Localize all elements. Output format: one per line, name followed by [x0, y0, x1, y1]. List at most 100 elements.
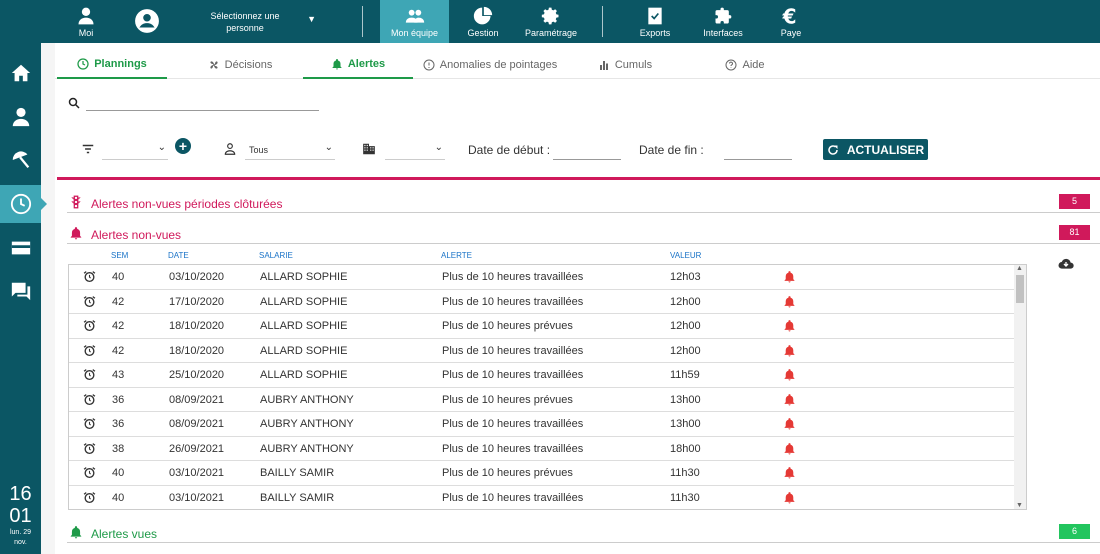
- column-header-salarie[interactable]: SALARIE: [259, 251, 293, 260]
- account-circle-icon[interactable]: [132, 0, 162, 43]
- cell-date: 08/09/2021: [169, 393, 225, 406]
- tab-anomalies-label: Anomalies de pointages: [439, 59, 558, 71]
- table-row[interactable]: 36 08/09/2021 AUBRY ANTHONY Plus de 10 heur…: [69, 388, 1015, 412]
- tab-plannings[interactable]: Plannings: [57, 51, 167, 79]
- filter-select[interactable]: ⌄: [102, 140, 168, 160]
- sidebar-item-beach[interactable]: [0, 141, 41, 179]
- tab-anomalies[interactable]: Anomalies de pointages: [420, 51, 560, 79]
- separator: [362, 6, 363, 37]
- nav-gestion-label: Gestion: [467, 27, 499, 38]
- alarm-clock-icon: [83, 369, 96, 381]
- scrollbar[interactable]: ▲ ▼: [1014, 265, 1026, 509]
- sidebar-item-messages[interactable]: [0, 272, 41, 310]
- table-row[interactable]: 40 03/10/2021 BAILLY SAMIR Plus de 10 heure…: [69, 461, 1015, 486]
- column-header-date[interactable]: DATE: [168, 251, 189, 260]
- cell-sem: 42: [112, 320, 125, 332]
- section-seen-alerts[interactable]: Alertes vues 6: [67, 523, 1100, 543]
- sidebar-item-card[interactable]: [0, 229, 41, 267]
- site-select[interactable]: ⌄: [385, 140, 445, 160]
- column-header-valeur[interactable]: VALEUR: [670, 251, 701, 260]
- sidebar-item-home[interactable]: [0, 54, 41, 92]
- start-date-label: Date de début :: [468, 143, 551, 157]
- table-row[interactable]: 43 25/10/2020 ALLARD SOPHIE Plus de 10 heur…: [69, 363, 1015, 388]
- sidebar-item-person[interactable]: [0, 98, 41, 136]
- end-date-input[interactable]: [724, 140, 792, 160]
- tab-bar: Plannings Décisions Alertes Anomalies de…: [55, 51, 1100, 79]
- start-date-input[interactable]: [553, 140, 621, 160]
- alarm-bell-icon[interactable]: [783, 491, 796, 504]
- table-row[interactable]: 42 18/10/2020 ALLARD SOPHIE Plus de 10 heur…: [69, 339, 1015, 363]
- column-header-alerte[interactable]: ALERTE: [441, 251, 472, 260]
- cell-alerte: Plus de 10 heures travaillées: [442, 418, 584, 430]
- sidebar-item-time[interactable]: [0, 185, 47, 223]
- cell-alerte: Plus de 10 heures travaillées: [442, 295, 584, 308]
- search-icon: [68, 97, 80, 109]
- bar-chart-icon: [599, 61, 608, 70]
- nav-mon-equipe[interactable]: Mon équipe: [380, 0, 449, 43]
- tab-decisions[interactable]: Décisions: [185, 51, 295, 79]
- table-row[interactable]: 36 08/09/2021 AUBRY ANTHONY Plus de 10 heur…: [69, 412, 1015, 437]
- alarm-bell-icon[interactable]: [783, 368, 796, 381]
- alarm-clock-icon: [83, 393, 96, 405]
- section-closed-title: Alertes non-vues périodes clôturées: [91, 197, 283, 211]
- section-closed-alerts[interactable]: Alertes non-vues périodes clôturées 5: [67, 193, 1100, 213]
- chevron-down-icon: ▼: [307, 14, 316, 24]
- person-select[interactable]: Sélectionnez une personne ▼: [170, 0, 320, 43]
- table-row[interactable]: 42 17/10/2020 ALLARD SOPHIE Plus de 10 heur…: [69, 290, 1015, 314]
- search-input[interactable]: [86, 95, 319, 111]
- cell-date: 03/10/2020: [169, 271, 225, 283]
- table-row[interactable]: 42 18/10/2020 ALLARD SOPHIE Plus de 10 heur…: [69, 314, 1015, 339]
- alarm-bell-icon[interactable]: [783, 393, 796, 406]
- tab-alertes[interactable]: Alertes: [303, 51, 413, 79]
- cell-valeur: 12h00: [670, 344, 701, 357]
- section-unseen-alerts[interactable]: Alertes non-vues 81: [67, 224, 1100, 244]
- tab-aide[interactable]: Aide: [695, 51, 795, 79]
- cell-sem: 40: [112, 271, 125, 283]
- table-row[interactable]: 40 03/10/2020 ALLARD SOPHIE Plus de 10 heur…: [69, 265, 1015, 290]
- alarm-bell-icon[interactable]: [783, 295, 796, 308]
- nav-exports[interactable]: Exports: [634, 0, 676, 43]
- cell-alerte: Plus de 10 heures travaillées: [442, 271, 584, 283]
- cell-sem: 36: [112, 393, 125, 406]
- employee-select-value: Tous: [249, 144, 269, 155]
- scroll-up-icon[interactable]: ▲: [1016, 265, 1023, 272]
- sidebar: 16 01 lun. 29 nov.: [0, 43, 47, 554]
- alarm-bell-icon[interactable]: [783, 466, 796, 479]
- add-filter-button[interactable]: +: [175, 138, 191, 154]
- scroll-thumb[interactable]: [1016, 275, 1024, 303]
- nav-gestion[interactable]: Gestion: [460, 0, 506, 43]
- column-header-sem[interactable]: SEM: [111, 251, 128, 260]
- refresh-button[interactable]: ACTUALISER: [823, 139, 928, 160]
- scroll-down-icon[interactable]: ▼: [1016, 502, 1023, 509]
- table-row[interactable]: 40 03/10/2021 BAILLY SAMIR Plus de 10 heure…: [69, 486, 1015, 510]
- tab-cumuls[interactable]: Cumuls: [575, 51, 675, 79]
- checklist-icon: [648, 7, 662, 24]
- cell-sem: 40: [112, 491, 125, 504]
- alarm-bell-icon[interactable]: [783, 442, 796, 455]
- alarm-bell-icon[interactable]: [783, 319, 796, 332]
- nav-moi[interactable]: Moi: [66, 0, 106, 43]
- fan-icon: [210, 61, 218, 69]
- traffic-light-icon: [71, 195, 81, 209]
- cell-sem: 40: [112, 467, 125, 479]
- nav-paye[interactable]: € Paye: [772, 0, 810, 43]
- filter-icon: [82, 144, 94, 154]
- cell-valeur: 12h00: [670, 320, 701, 332]
- nav-interfaces[interactable]: Interfaces: [700, 0, 746, 43]
- chat-icon: [11, 282, 30, 301]
- tab-aide-label: Aide: [742, 59, 765, 71]
- help-circle-icon: [725, 59, 737, 71]
- cell-valeur: 13h00: [670, 418, 701, 430]
- table-row[interactable]: 38 26/09/2021 AUBRY ANTHONY Plus de 10 heur…: [69, 437, 1015, 461]
- cell-date: 03/10/2021: [169, 491, 225, 504]
- employee-select[interactable]: Tous ⌄: [245, 140, 335, 160]
- alarm-bell-icon[interactable]: [783, 344, 796, 357]
- cloud-download-icon[interactable]: [1058, 256, 1074, 272]
- gear-icon: [541, 7, 559, 24]
- tab-plannings-label: Plannings: [94, 58, 147, 70]
- alarm-bell-icon[interactable]: [783, 417, 796, 430]
- cell-salarie: ALLARD SOPHIE: [260, 344, 348, 357]
- cell-alerte: Plus de 10 heures prévues: [442, 393, 573, 406]
- nav-parametrage[interactable]: Paramétrage: [520, 0, 582, 43]
- alarm-bell-icon[interactable]: [783, 270, 796, 283]
